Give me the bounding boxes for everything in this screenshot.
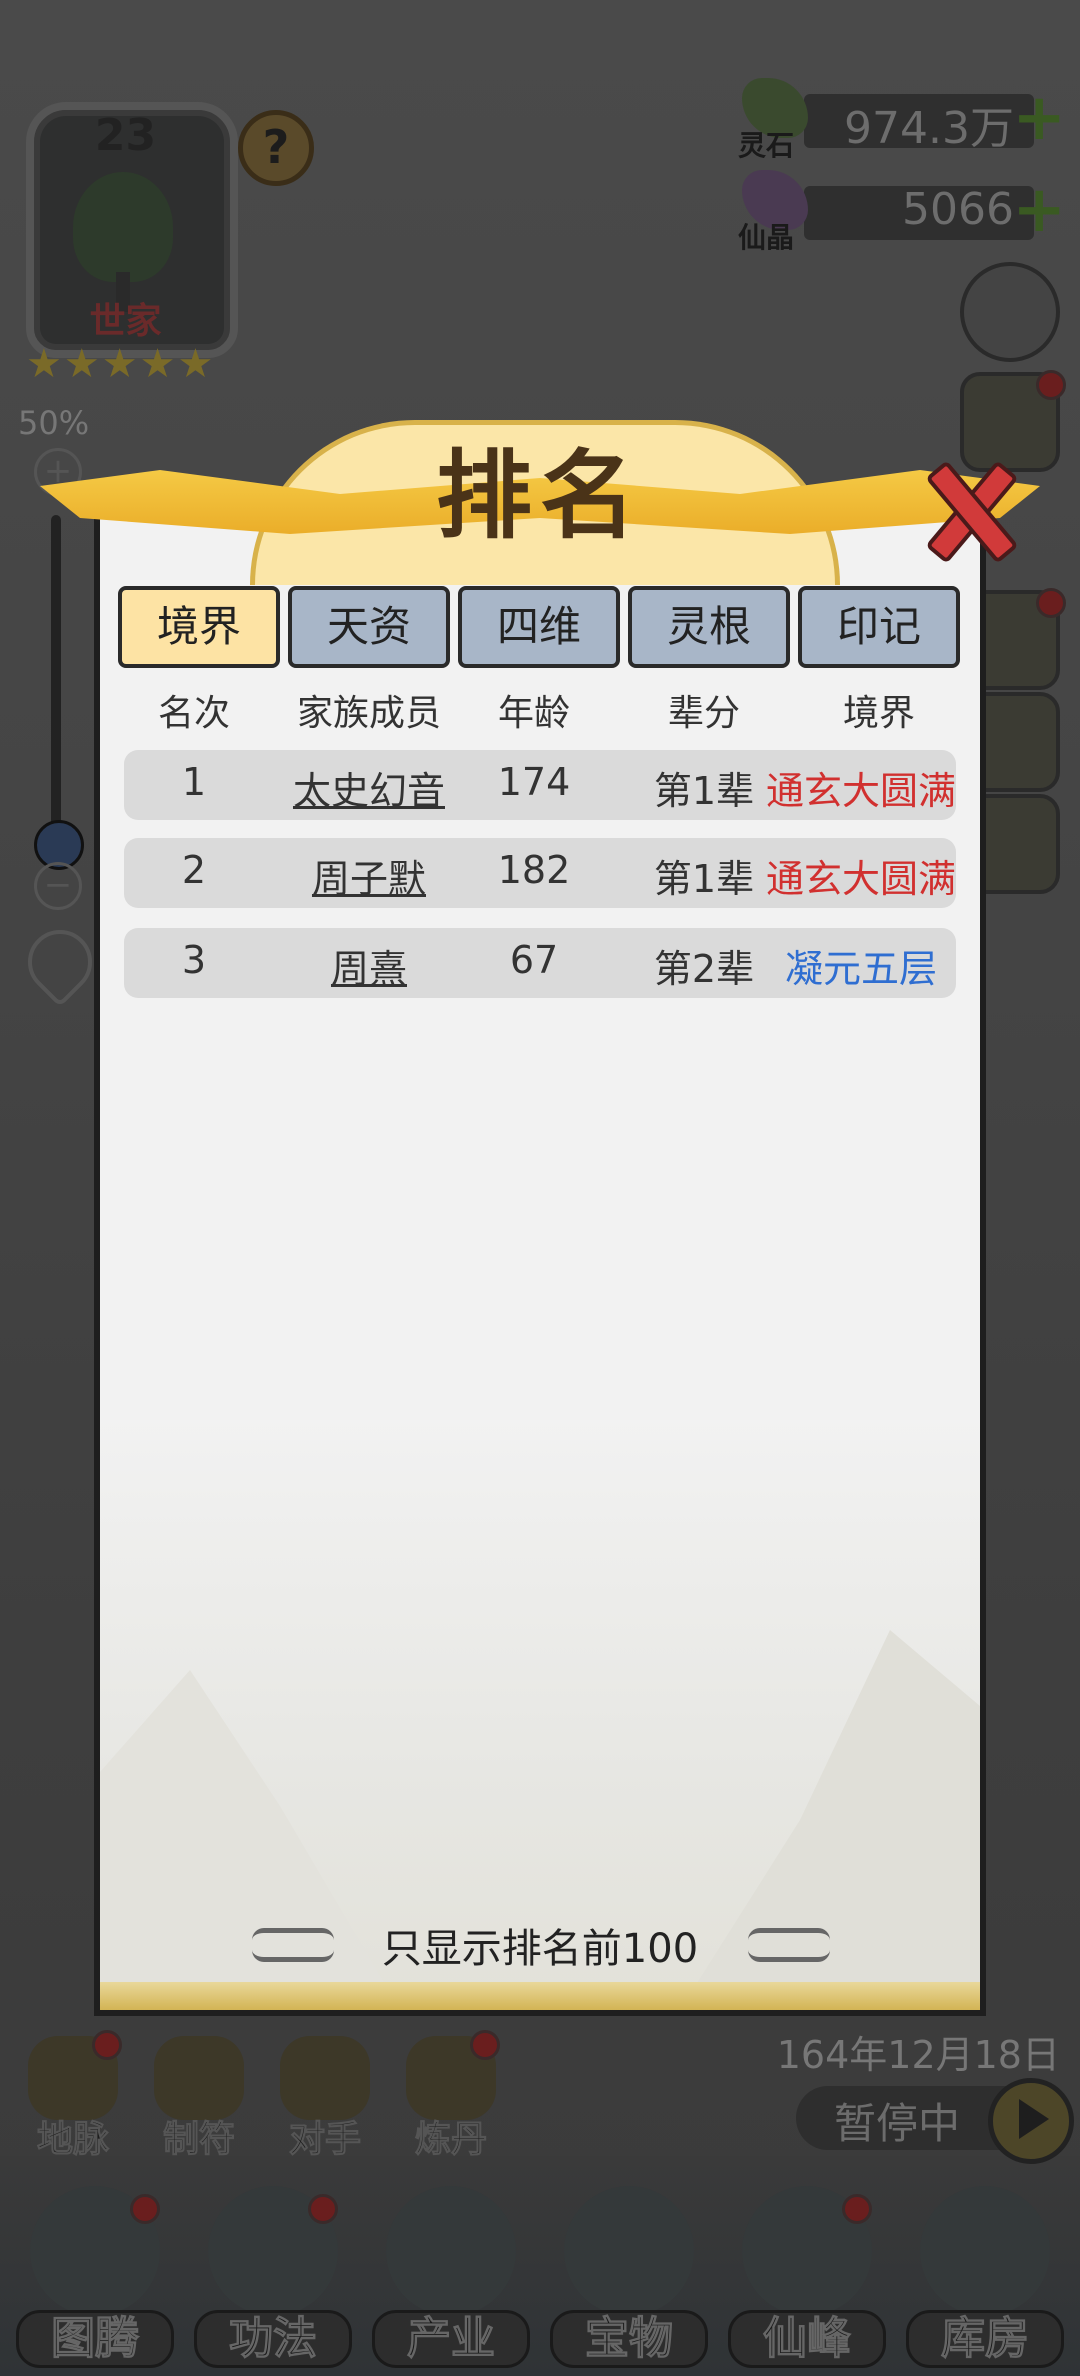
age-cell: 174: [497, 760, 571, 804]
nav-label: 图腾: [51, 2313, 140, 2365]
action-label: 炼丹: [414, 2119, 487, 2160]
star-icon: ★: [177, 341, 214, 387]
header-generation: 辈分: [667, 693, 740, 734]
tab-realm[interactable]: 境界: [118, 586, 280, 668]
star-icon: ★: [101, 341, 138, 387]
tab-seal[interactable]: 印记: [798, 586, 960, 668]
play-icon[interactable]: [988, 2078, 1074, 2164]
nav-totem[interactable]: 图腾: [10, 2186, 180, 2376]
action-label: 制符: [162, 2119, 235, 2160]
storehouse-bag-icon: [920, 2186, 1050, 2316]
immortal-crystal-icon: 仙晶: [738, 170, 818, 254]
nav-peak[interactable]: 仙峰: [722, 2186, 892, 2376]
willow-tree-icon: [73, 172, 173, 282]
member-name-link[interactable]: 周子默: [274, 848, 464, 903]
header-rank: 名次: [157, 693, 230, 734]
table-row: 3 周熹 67 第2辈 凝元五层: [124, 928, 956, 998]
header-realm: 境界: [842, 693, 915, 734]
spirit-stone-value: 974.3万: [844, 103, 1014, 154]
age-cell: 67: [509, 938, 559, 982]
member-name-link[interactable]: 太史幻音: [274, 760, 464, 815]
rank-cell: 3: [181, 938, 207, 982]
nav-technique[interactable]: 功法: [188, 2186, 358, 2376]
nav-label: 仙峰: [763, 2313, 852, 2365]
immortal-crystal-counter: 仙晶 5066 +: [738, 170, 1068, 254]
treasure-jade-icon: [564, 2186, 694, 2316]
zoom-slider-track[interactable]: [51, 515, 61, 835]
settings-gear-icon[interactable]: [960, 262, 1060, 362]
spirit-stone-icon: 灵石: [738, 78, 818, 162]
generation-cell: 第2辈: [653, 947, 755, 991]
notification-dot: [308, 2194, 338, 2224]
swirl-ornament-right: [748, 1928, 830, 1962]
help-button[interactable]: ?: [238, 110, 314, 186]
generation-cell: 第1辈: [653, 769, 755, 813]
notification-dot: [92, 2030, 122, 2060]
header-member: 家族成员: [296, 693, 441, 734]
talisman-icon: [154, 2036, 244, 2120]
age-cell: 182: [497, 848, 571, 892]
rank-cell: 2: [181, 848, 207, 892]
nav-treasure[interactable]: 宝物: [544, 2186, 714, 2376]
add-spirit-stone-button[interactable]: +: [1012, 86, 1066, 150]
pause-label: 暂停中: [834, 2099, 961, 2148]
industry-mountain-icon: [386, 2186, 516, 2316]
star-icon: ★: [63, 341, 100, 387]
clan-emblem[interactable]: 23 世家 ★ ★ ★ ★ ★: [18, 92, 238, 392]
member-name-link[interactable]: 周熹: [274, 938, 464, 993]
modal-bottom-trim: [100, 1982, 980, 2010]
clan-type: 世家: [89, 301, 162, 342]
tab-spirit-root[interactable]: 灵根: [628, 586, 790, 668]
nav-label: 宝物: [585, 2313, 674, 2365]
notification-dot: [470, 2030, 500, 2060]
nav-label: 功法: [229, 2313, 318, 2365]
generation-cell: 第1辈: [653, 857, 755, 901]
notification-dot: [1036, 588, 1066, 618]
notification-dot: [130, 2194, 160, 2224]
pause-status[interactable]: 暂停中: [796, 2078, 1074, 2164]
opponent-icon: [280, 2036, 370, 2120]
ranking-tabs: 境界 天资 四维 灵根 印记: [118, 586, 960, 668]
header-age: 年龄: [497, 693, 570, 734]
star-icon: ★: [26, 341, 62, 387]
realm-cell: 凝元五层: [784, 947, 937, 991]
realm-cell: 通玄大圆满: [765, 857, 956, 901]
nav-industry[interactable]: 产业: [366, 2186, 536, 2376]
notification-dot: [842, 2194, 872, 2224]
nav-storehouse[interactable]: 库房: [900, 2186, 1070, 2376]
action-label: 对手: [288, 2119, 361, 2160]
rank-cell: 1: [181, 760, 207, 804]
table-row: 1 太史幻音 174 第1辈 通玄大圆满: [124, 750, 956, 820]
clan-stars: ★ ★ ★ ★ ★: [26, 344, 213, 384]
realm-cell: 通玄大圆满: [765, 769, 956, 813]
action-talisman[interactable]: 制符: [144, 2036, 254, 2160]
action-label: 地脉: [36, 2119, 109, 2160]
nav-label: 产业: [407, 2313, 496, 2365]
action-opponent[interactable]: 对手: [270, 2036, 380, 2160]
action-earth-vein[interactable]: 地脉: [18, 2030, 128, 2160]
tab-attributes[interactable]: 四维: [458, 586, 620, 668]
currency-label: 仙晶: [738, 221, 795, 254]
table-row: 2 周子默 182 第1辈 通玄大圆满: [124, 838, 956, 908]
table-header: 名次 家族成员 年龄 辈分 境界: [124, 684, 964, 738]
ranking-footnote: 只显示排名前100: [381, 1926, 699, 1972]
clan-level: 23: [94, 110, 157, 161]
action-alchemy[interactable]: 炼丹: [396, 2030, 506, 2160]
star-icon: ★: [139, 341, 176, 387]
spirit-stone-counter: 灵石 974.3万 +: [738, 78, 1068, 162]
nav-label: 库房: [941, 2313, 1030, 2365]
notification-dot: [1036, 370, 1066, 400]
currency-label: 灵石: [738, 129, 795, 162]
tab-talent[interactable]: 天资: [288, 586, 450, 668]
game-date: 164年12月18日: [776, 2033, 1060, 2077]
close-icon[interactable]: [918, 460, 1014, 556]
zoom-out-button[interactable]: −: [34, 862, 82, 910]
immortal-crystal-value: 5066: [902, 184, 1014, 235]
add-immortal-crystal-button[interactable]: +: [1012, 178, 1066, 242]
